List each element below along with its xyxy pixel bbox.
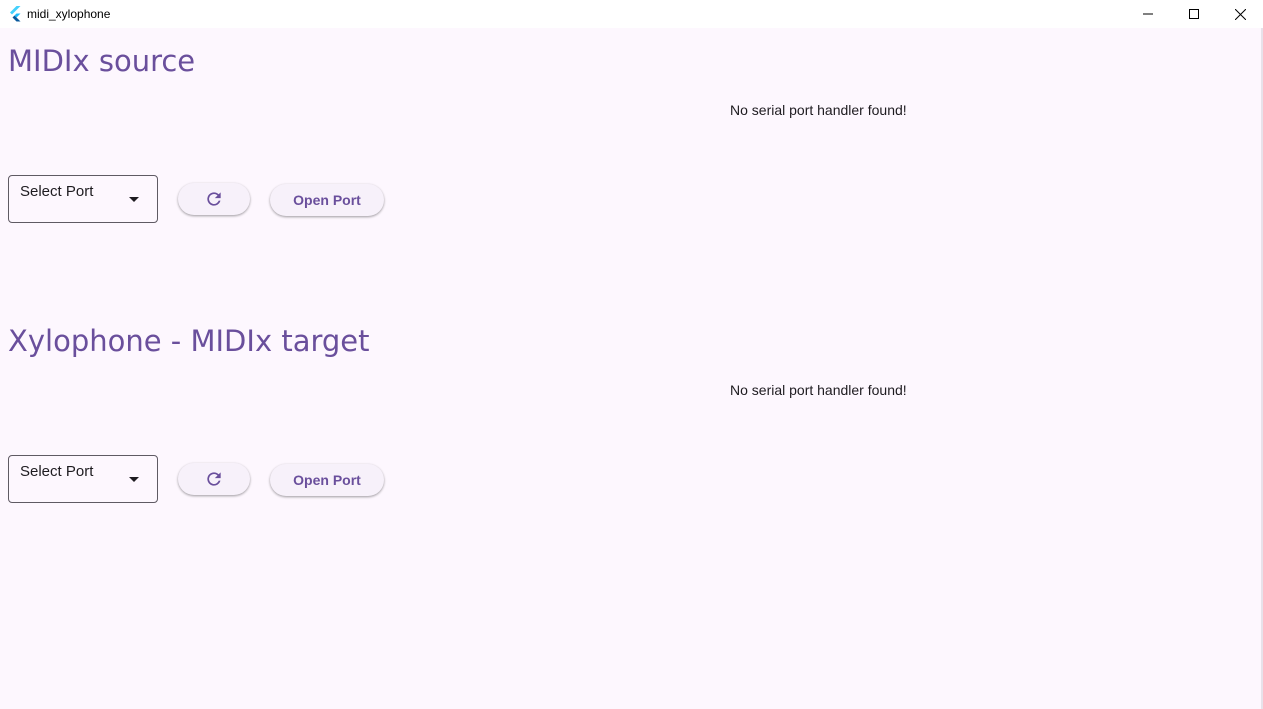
maximize-button[interactable] (1171, 0, 1217, 28)
open-port-button[interactable]: Open Port (270, 184, 384, 216)
flutter-logo-icon (10, 6, 21, 22)
section-title: MIDIx source (8, 44, 196, 78)
minimize-button[interactable] (1125, 0, 1171, 28)
dropdown-arrow-icon (129, 197, 139, 202)
window-title: midi_xylophone (27, 7, 111, 21)
refresh-button[interactable] (178, 183, 250, 215)
open-port-label: Open Port (293, 192, 361, 208)
close-button[interactable] (1217, 0, 1263, 28)
minimize-icon (1143, 13, 1153, 15)
dropdown-arrow-icon (129, 477, 139, 482)
section-title: Xylophone - MIDIx target (8, 324, 370, 358)
open-port-label: Open Port (293, 472, 361, 488)
refresh-icon (207, 472, 221, 486)
close-icon (1234, 8, 1246, 20)
port-select-value: Select Port (20, 463, 94, 480)
port-select-value: Select Port (20, 183, 94, 200)
status-message: No serial port handler found! (730, 382, 907, 398)
port-select-dropdown[interactable]: Select Port (8, 455, 158, 503)
window-titlebar[interactable]: midi_xylophone (0, 0, 1263, 28)
open-port-button[interactable]: Open Port (270, 464, 384, 496)
refresh-button[interactable] (178, 463, 250, 495)
port-select-dropdown[interactable]: Select Port (8, 175, 158, 223)
refresh-icon (207, 192, 221, 206)
maximize-icon (1189, 9, 1199, 19)
status-message: No serial port handler found! (730, 102, 907, 118)
